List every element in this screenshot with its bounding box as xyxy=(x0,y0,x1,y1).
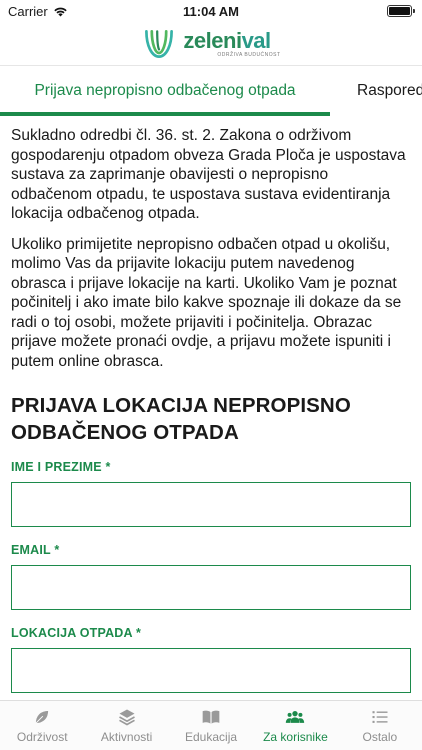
intro-paragraph: Sukladno odredbi čl. 36. st. 2. Zakona o… xyxy=(11,127,406,222)
main-content: Sukladno odredbi čl. 36. st. 2. Zakona o… xyxy=(0,116,422,700)
nav-label: Edukacija xyxy=(185,730,238,744)
name-input[interactable] xyxy=(11,482,411,527)
instructions-paragraph: Ukoliko primijetite nepropisno odbačen o… xyxy=(11,235,402,370)
nav-label: Održivost xyxy=(16,730,68,744)
bottom-nav: Održivost Aktivnosti Edukacija Za korisn… xyxy=(0,700,422,750)
nav-label: Za korisnike xyxy=(263,730,328,744)
form-title: PRIJAVA LOKACIJA NEPROPISNO ODBAČENOG OT… xyxy=(11,394,351,444)
email-label: EMAIL * xyxy=(11,543,60,557)
tab-raspored[interactable]: Raspored xyxy=(357,66,422,116)
logo-mark-icon xyxy=(145,29,174,58)
location-label: LOKACIJA OTPADA * xyxy=(11,626,142,640)
app-header: zelenival ODRŽIVA BUDUĆNOST xyxy=(0,22,422,66)
nav-item-aktivnosti[interactable]: Aktivnosti xyxy=(84,701,168,750)
top-tabs: Prijava nepropisno odbačenog otpada Rasp… xyxy=(0,66,422,116)
location-input[interactable] xyxy=(11,648,411,693)
status-bar: Carrier 11:04 AM xyxy=(0,0,422,22)
name-label: IME I PREZIME * xyxy=(11,460,111,474)
logo-word: zelenival xyxy=(183,27,271,53)
book-icon xyxy=(202,710,220,724)
users-icon xyxy=(286,711,305,723)
status-time: 11:04 AM xyxy=(183,4,239,19)
nav-item-za-korisnike[interactable]: Za korisnike xyxy=(253,701,337,750)
nav-label: Ostalo xyxy=(362,730,398,744)
leaf-icon xyxy=(35,709,50,725)
list-icon xyxy=(372,711,388,723)
email-input[interactable] xyxy=(11,565,411,610)
logo-tagline: ODRŽIVA BUDUĆNOST xyxy=(217,51,281,58)
nav-label: Aktivnosti xyxy=(100,730,153,744)
layers-icon xyxy=(118,709,135,726)
nav-item-odrzivost[interactable]: Održivost xyxy=(0,701,84,750)
nav-item-ostalo[interactable]: Ostalo xyxy=(338,701,422,750)
logo: zelenival ODRŽIVA BUDUĆNOST xyxy=(183,27,281,58)
tab-prijava[interactable]: Prijava nepropisno odbačenog otpada xyxy=(0,66,330,116)
nav-item-edukacija[interactable]: Edukacija xyxy=(169,701,253,750)
battery-icon xyxy=(387,5,415,17)
